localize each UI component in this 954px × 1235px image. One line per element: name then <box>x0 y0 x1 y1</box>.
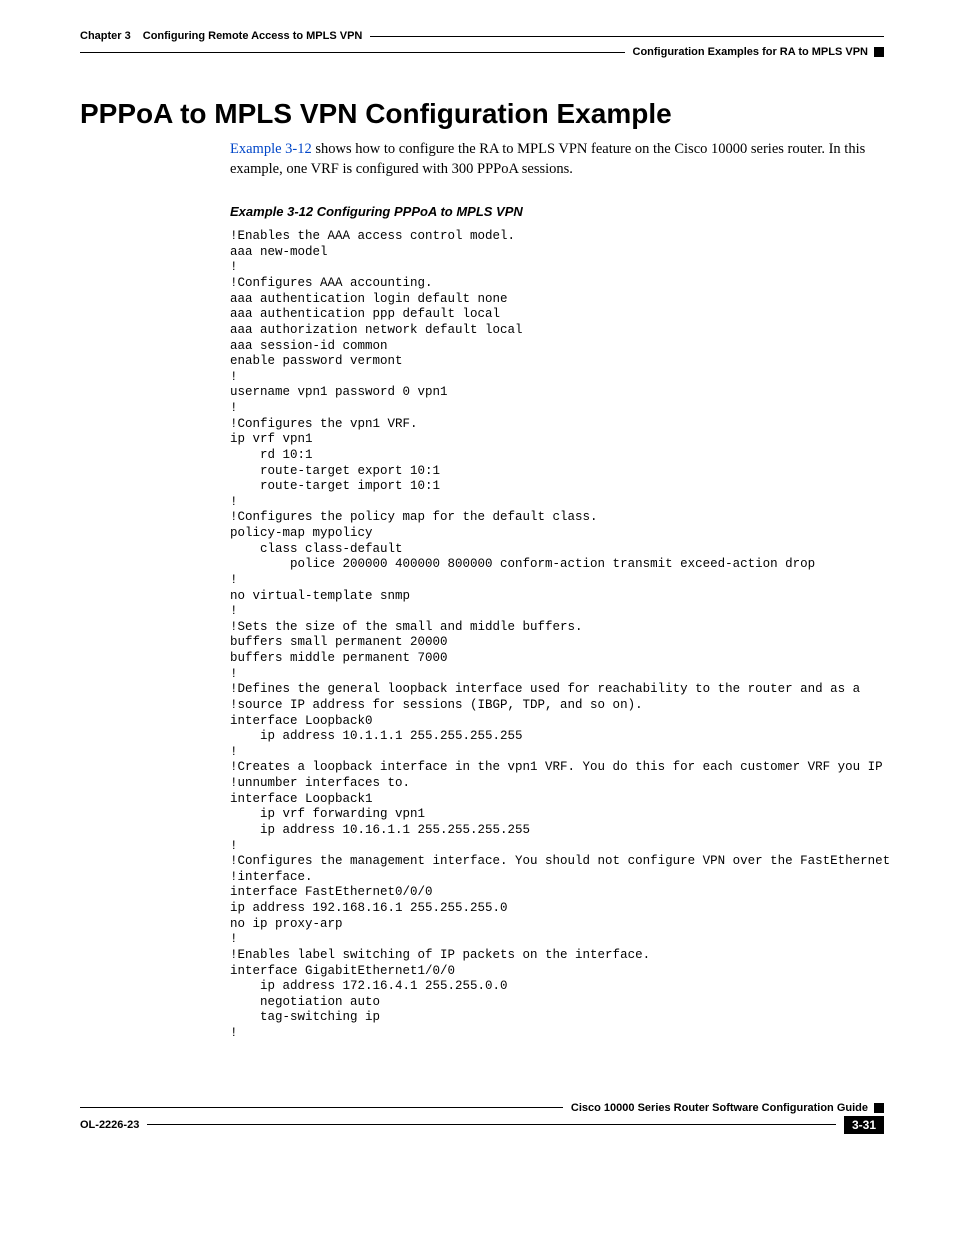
running-header-top: Chapter 3 Configuring Remote Access to M… <box>80 30 884 42</box>
header-rule <box>80 52 625 53</box>
footer-top-row: Cisco 10000 Series Router Software Confi… <box>80 1102 884 1114</box>
page-footer: Cisco 10000 Series Router Software Confi… <box>80 1102 884 1134</box>
footer-rule <box>147 1124 836 1125</box>
section-label: Configuration Examples for RA to MPLS VP… <box>633 46 869 58</box>
footer-rule <box>80 1107 563 1108</box>
intro-paragraph: Example 3-12 shows how to configure the … <box>230 140 884 179</box>
header-end-marker-icon <box>874 47 884 57</box>
footer-end-marker-icon <box>874 1103 884 1113</box>
section-heading: PPPoA to MPLS VPN Configuration Example <box>80 98 884 130</box>
doc-id: OL-2226-23 <box>80 1119 139 1131</box>
header-rule <box>370 36 884 37</box>
code-block: !Enables the AAA access control model. a… <box>230 229 884 1042</box>
example-reference-link[interactable]: Example 3-12 <box>230 141 312 157</box>
footer-bottom-row: OL-2226-23 3-31 <box>80 1116 884 1134</box>
page-number: 3-31 <box>844 1116 884 1134</box>
running-header-sub: Configuration Examples for RA to MPLS VP… <box>80 46 884 58</box>
page: Chapter 3 Configuring Remote Access to M… <box>0 0 954 1164</box>
example-caption: Example 3-12 Configuring PPPoA to MPLS V… <box>230 204 884 219</box>
chapter-number: Chapter 3 <box>80 30 131 42</box>
chapter-title: Configuring Remote Access to MPLS VPN <box>143 30 363 42</box>
intro-text: shows how to configure the RA to MPLS VP… <box>230 141 865 177</box>
doc-title: Cisco 10000 Series Router Software Confi… <box>571 1102 868 1114</box>
